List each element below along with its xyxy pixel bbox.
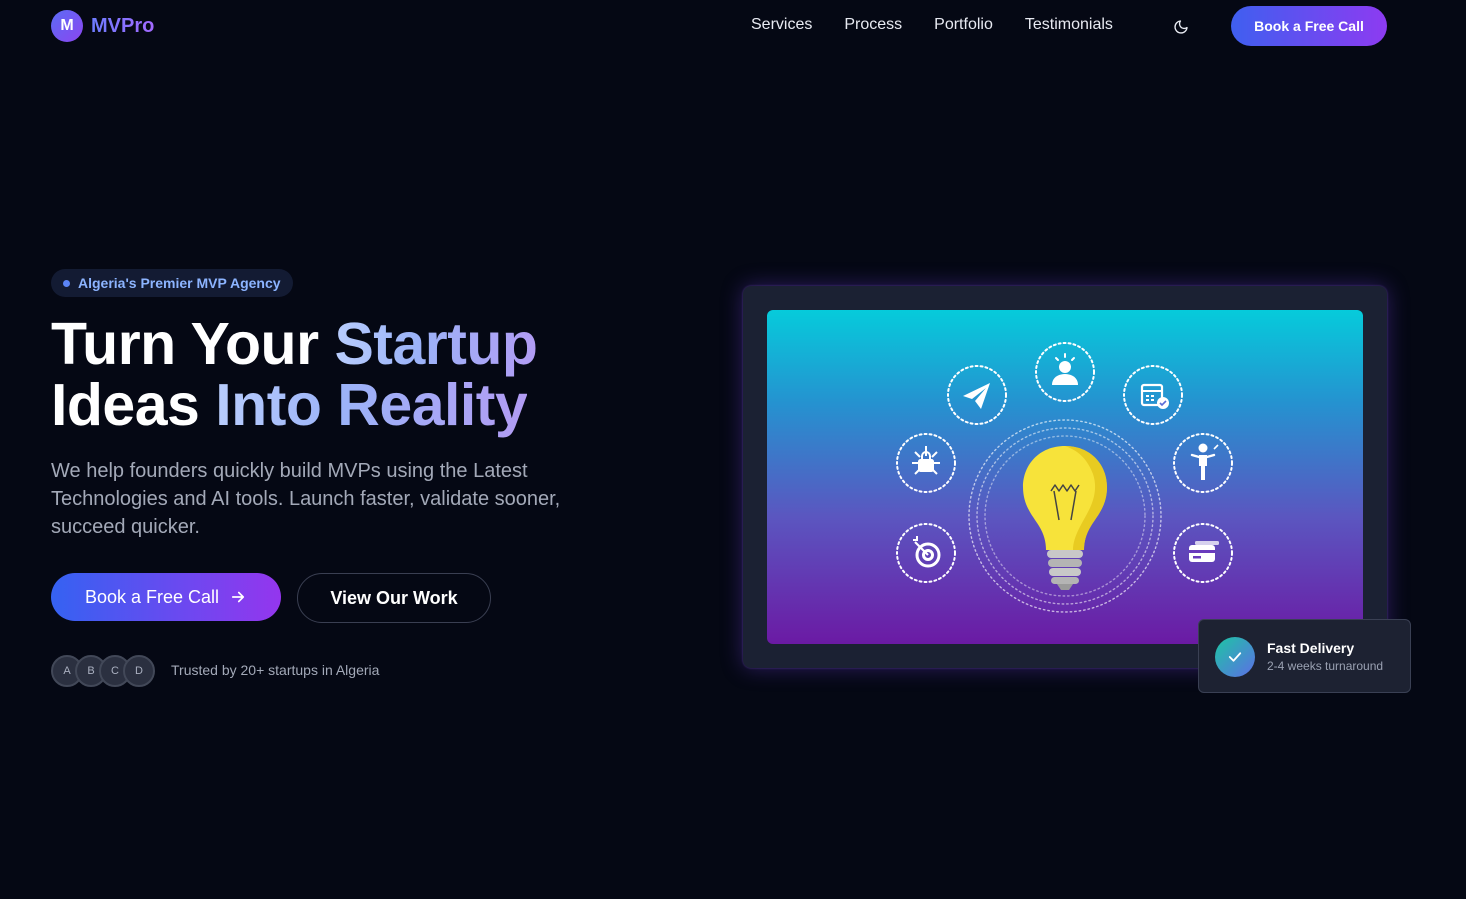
lightbulb-icon [1023, 446, 1107, 590]
hero-book-call-label: Book a Free Call [84, 586, 220, 607]
credit-card-icon [1189, 541, 1219, 562]
presenter-icon [1190, 443, 1219, 480]
hero-book-call-button[interactable]: Book a Free Call [51, 573, 281, 621]
nav-link-process[interactable]: Process [844, 16, 902, 34]
nav-links: Services Process Portfolio Testimonials [751, 16, 1113, 34]
illustration-frame [743, 286, 1387, 668]
illustration-screen [767, 310, 1363, 644]
hero-headline: Turn Your Startup Ideas Into Reality [51, 314, 671, 436]
paper-plane-icon [963, 383, 990, 409]
nav-book-call-button[interactable]: Book a Free Call [1231, 6, 1387, 46]
delivery-title: Fast Delivery [1267, 640, 1355, 656]
headline-line2-accent: Into Reality [215, 372, 528, 438]
hero-badge: Algeria's Premier MVP Agency [51, 269, 293, 297]
badge-dot [63, 279, 70, 287]
target-icon [913, 536, 941, 568]
check-icon [1215, 637, 1255, 677]
fast-delivery-card: Fast Delivery 2-4 weeks turnaround [1198, 619, 1411, 693]
trusted-text: Trusted by 20+ startups in Algeria [171, 662, 380, 678]
avatar: D [123, 655, 155, 687]
headline-line1-accent: Startup [334, 311, 538, 377]
top-navbar: M MVPro Services Process Portfolio Testi… [0, 0, 1466, 52]
delivery-subtitle: 2-4 weeks turnaround [1267, 659, 1384, 673]
headline-line1-plain: Turn Your [51, 311, 335, 377]
brand-logo[interactable]: M MVPro [51, 10, 154, 42]
illustration-graphic [896, 342, 1233, 613]
calendar-check-icon [1140, 383, 1169, 409]
moon-icon [1174, 20, 1188, 34]
theme-toggle-button[interactable] [1167, 13, 1195, 41]
nav-link-portfolio[interactable]: Portfolio [934, 16, 993, 34]
hero-subtext: We help founders quickly build MVPs usin… [51, 460, 561, 538]
avatar-stack: A B C D [51, 655, 155, 687]
headline-line2-plain: Ideas [51, 372, 216, 438]
idea-person-icon [1052, 353, 1078, 385]
brand-mark: M [51, 10, 83, 42]
arrow-right-icon [231, 591, 245, 603]
badge-text: Algeria's Premier MVP Agency [78, 275, 281, 291]
view-work-button[interactable]: View Our Work [297, 573, 491, 623]
network-lock-icon [912, 446, 940, 475]
nav-link-services[interactable]: Services [751, 16, 812, 34]
nav-link-testimonials[interactable]: Testimonials [1025, 16, 1113, 34]
brand-name: MVPro [91, 14, 155, 37]
